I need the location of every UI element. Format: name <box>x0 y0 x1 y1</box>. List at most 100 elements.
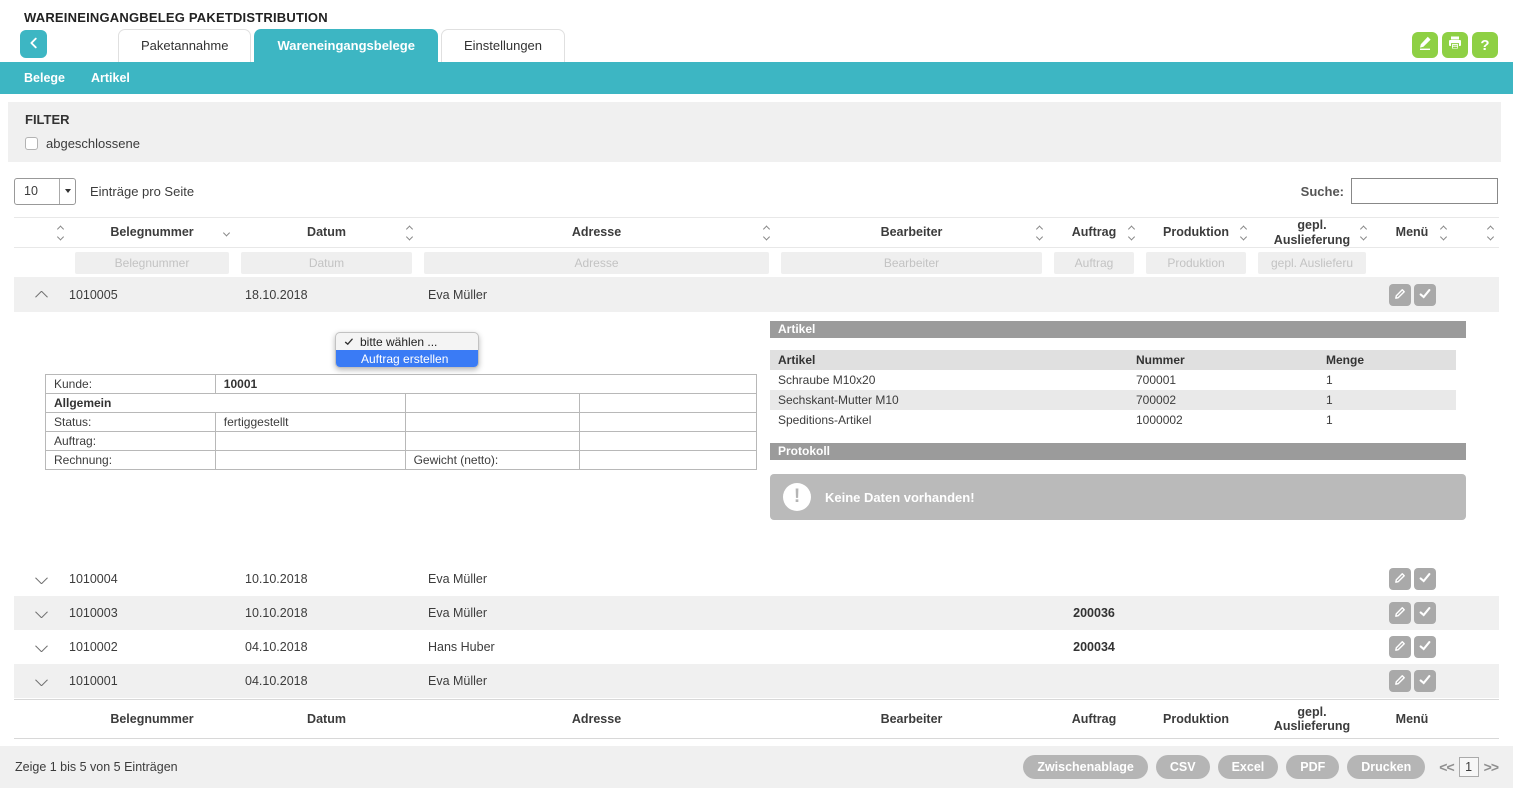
filter-produktion-input[interactable] <box>1146 252 1246 274</box>
cell-belegnummer: 1010001 <box>69 674 235 688</box>
chevron-down-icon[interactable] <box>35 677 48 686</box>
search-input[interactable] <box>1351 178 1498 204</box>
footer-belegnummer: Belegnummer <box>69 700 235 738</box>
sort-icon[interactable] <box>1488 226 1493 239</box>
next-page-button[interactable]: >> <box>1484 759 1498 775</box>
table-row[interactable]: 1010003 10.10.2018 Eva Müller 200036 <box>14 596 1499 630</box>
edit-button[interactable] <box>1412 32 1438 58</box>
sort-icon[interactable] <box>1441 226 1446 239</box>
header-expand[interactable] <box>14 218 69 247</box>
header-menu[interactable]: Menü <box>1372 218 1452 247</box>
pencil-icon <box>1393 605 1407 622</box>
cell-belegnummer: 1010002 <box>69 640 235 654</box>
row-edit-button[interactable] <box>1389 568 1411 590</box>
table-row[interactable]: 1010002 04.10.2018 Hans Huber 200034 <box>14 630 1499 664</box>
filter-abgeschlossene[interactable]: abgeschlossene <box>25 136 1501 151</box>
toolbar: ? <box>1412 32 1498 58</box>
gewicht-label: Gewicht (netto): <box>405 451 580 470</box>
chevron-up-icon[interactable] <box>35 291 48 300</box>
current-page[interactable]: 1 <box>1459 757 1479 777</box>
header-adresse[interactable]: Adresse <box>418 218 775 247</box>
filter-gepl-auslieferung-input[interactable] <box>1258 252 1366 274</box>
help-button[interactable]: ? <box>1472 32 1498 58</box>
cell-datum: 10.10.2018 <box>235 606 418 620</box>
subnav-item-artikel[interactable]: Artikel <box>91 71 130 85</box>
gewicht-value <box>580 451 757 470</box>
tab-einstellungen[interactable]: Einstellungen <box>441 29 565 62</box>
sort-icon[interactable] <box>1129 226 1134 239</box>
beleg-info-table: Kunde: 10001 Allgemein Status: fertigges… <box>45 374 757 470</box>
header-auftrag[interactable]: Auftrag <box>1048 218 1140 247</box>
row-confirm-button[interactable] <box>1414 670 1436 692</box>
artikel-table-header: Artikel Nummer Menge <box>770 350 1456 370</box>
chevron-down-icon[interactable] <box>35 643 48 652</box>
row-confirm-button[interactable] <box>1414 636 1436 658</box>
back-button[interactable] <box>20 30 47 58</box>
cell-datum: 04.10.2018 <box>235 640 418 654</box>
sort-desc-icon[interactable] <box>224 230 229 235</box>
search-label: Suche: <box>1301 184 1344 199</box>
cell-datum: 18.10.2018 <box>235 288 418 302</box>
prev-page-button[interactable]: << <box>1439 759 1453 775</box>
header-belegnummer[interactable]: Belegnummer <box>69 218 235 247</box>
column-filter-row <box>14 248 1499 278</box>
header-produktion[interactable]: Produktion <box>1140 218 1252 247</box>
row-confirm-button[interactable] <box>1414 284 1436 306</box>
excel-button[interactable]: Excel <box>1218 755 1279 779</box>
menu-item-bitte-waehlen[interactable]: bitte wählen ... <box>336 333 478 350</box>
cell-belegnummer: 1010005 <box>69 288 235 302</box>
sort-icon[interactable] <box>764 226 769 239</box>
row-confirm-button[interactable] <box>1414 568 1436 590</box>
csv-button[interactable]: CSV <box>1156 755 1210 779</box>
filter-datum-input[interactable] <box>241 252 412 274</box>
check-icon <box>1418 605 1432 622</box>
header-gepl-auslieferung[interactable]: gepl. Auslieferung <box>1252 218 1372 247</box>
table-row[interactable]: 1010004 10.10.2018 Eva Müller <box>14 562 1499 596</box>
row-edit-button[interactable] <box>1389 670 1411 692</box>
sort-icon[interactable] <box>1361 226 1366 239</box>
sort-icon[interactable] <box>1037 226 1042 239</box>
sort-icon[interactable] <box>58 226 63 239</box>
auftrag-label: Auftrag: <box>46 432 216 451</box>
filter-bearbeiter-input[interactable] <box>781 252 1042 274</box>
row-confirm-button[interactable] <box>1414 602 1436 624</box>
print-list-button[interactable]: Drucken <box>1347 755 1425 779</box>
artikel-row: Schraube M10x20 700001 1 <box>770 370 1456 390</box>
tab-wareneingangsbelege[interactable]: Wareneingangsbelege <box>254 29 438 62</box>
footer-bar: Zeige 1 bis 5 von 5 Einträgen Zwischenab… <box>0 746 1513 788</box>
clipboard-button[interactable]: Zwischenablage <box>1023 755 1148 779</box>
page-size-label: Einträge pro Seite <box>90 184 194 199</box>
pencil-icon <box>1393 673 1407 690</box>
filter-auftrag-input[interactable] <box>1054 252 1134 274</box>
pdf-button[interactable]: PDF <box>1286 755 1339 779</box>
page-size-select[interactable]: 10 <box>14 178 76 205</box>
header-bearbeiter[interactable]: Bearbeiter <box>775 218 1048 247</box>
filter-heading: FILTER <box>25 112 1501 127</box>
subnav-item-belege[interactable]: Belege <box>24 71 65 85</box>
header-extra[interactable] <box>1452 218 1499 247</box>
check-icon <box>1418 287 1432 304</box>
print-button[interactable] <box>1442 32 1468 58</box>
chevron-down-icon[interactable] <box>35 609 48 618</box>
checkbox-abgeschlossene[interactable] <box>25 137 38 150</box>
table-row[interactable]: 1010005 18.10.2018 Eva Müller <box>14 278 1499 312</box>
menu-item-auftrag-erstellen[interactable]: Auftrag erstellen <box>336 350 478 367</box>
row-edit-button[interactable] <box>1389 636 1411 658</box>
cell-adresse: Eva Müller <box>418 288 775 302</box>
tab-paketannahme[interactable]: Paketannahme <box>118 29 251 62</box>
sort-icon[interactable] <box>407 226 412 239</box>
table-row[interactable]: 1010001 04.10.2018 Eva Müller <box>14 664 1499 698</box>
row-edit-button[interactable] <box>1389 284 1411 306</box>
footer-adresse: Adresse <box>418 700 775 738</box>
kunde-value: 10001 <box>215 375 756 394</box>
page-title: WAREINEINGANGBELEG PAKETDISTRIBUTION <box>0 0 1513 29</box>
sort-icon[interactable] <box>1241 226 1246 239</box>
protokoll-section-header: Protokoll <box>770 443 1466 460</box>
chevron-down-icon[interactable] <box>35 575 48 584</box>
filter-adresse-input[interactable] <box>424 252 769 274</box>
filter-belegnummer-input[interactable] <box>75 252 229 274</box>
auftrag-value <box>215 432 405 451</box>
row-edit-button[interactable] <box>1389 602 1411 624</box>
header-datum[interactable]: Datum <box>235 218 418 247</box>
artikel-section-header: Artikel <box>770 321 1466 338</box>
